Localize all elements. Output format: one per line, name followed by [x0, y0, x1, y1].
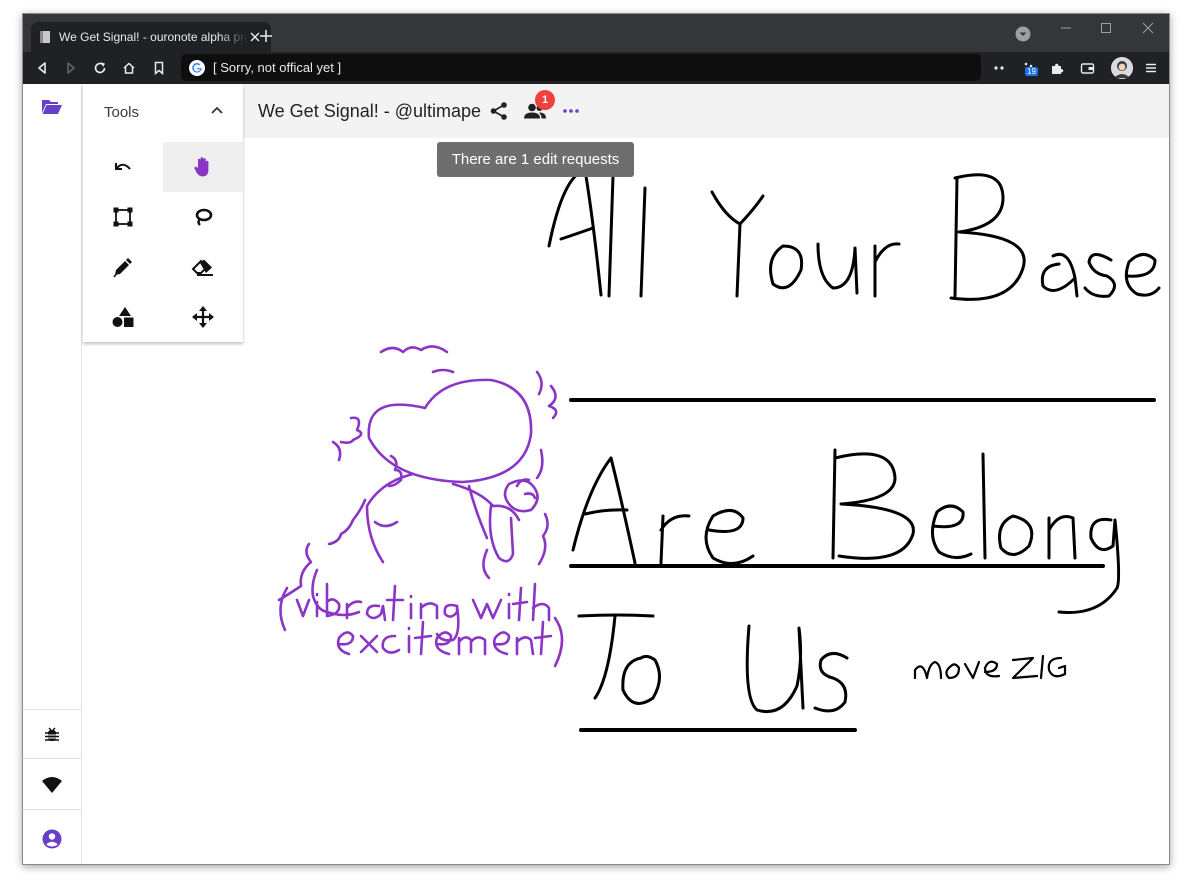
bookmark-icon [154, 61, 164, 75]
browser-toolbar: [ Sorry, not offical yet ] 19 [23, 52, 1169, 84]
rail-divider [23, 758, 82, 759]
chevron-down-icon [1015, 26, 1031, 42]
undo-icon [115, 163, 131, 170]
debug-button[interactable] [37, 720, 67, 750]
notebook-icon [39, 30, 51, 44]
tab-strip: We Get Signal! - ouronote alpha preview [23, 14, 1169, 52]
edit-requests-tooltip: There are 1 edit requests [437, 142, 634, 177]
purple-sketch-strokes [277, 345, 564, 668]
new-tab-button[interactable] [255, 25, 277, 47]
back-icon [38, 62, 46, 74]
eraser-icon [191, 259, 213, 276]
wallet-icon [1080, 62, 1094, 74]
drawing-canvas[interactable] [243, 138, 1169, 864]
puzzle-icon [1051, 63, 1063, 74]
back-button[interactable] [32, 58, 52, 78]
minimize-button[interactable] [1051, 18, 1081, 38]
tab-search-button[interactable] [1015, 26, 1031, 42]
maximize-button[interactable] [1091, 18, 1121, 38]
document-title: We Get Signal! - @ultimape [258, 101, 482, 121]
address-bar[interactable]: [ Sorry, not offical yet ] [181, 54, 981, 81]
open-notebook-button[interactable] [37, 92, 67, 122]
maximize-icon [1101, 23, 1111, 33]
pen-tool[interactable] [83, 242, 163, 292]
handwritten-drawing [277, 168, 1161, 732]
chevron-up-icon[interactable] [207, 100, 227, 120]
minimize-icon [1061, 27, 1071, 29]
select-box-tool[interactable] [83, 192, 163, 242]
browser-tab[interactable]: We Get Signal! - ouronote alpha preview [31, 22, 271, 52]
app: Tools We Get Signal! - @ultimape 1 There… [23, 84, 1169, 864]
bug-icon [45, 727, 59, 741]
hand-tool[interactable] [163, 142, 243, 192]
network-status-button[interactable] [37, 770, 67, 800]
address-text: [ Sorry, not offical yet ] [213, 60, 342, 75]
close-icon [1142, 22, 1154, 34]
lasso-tool[interactable] [163, 192, 243, 242]
black-ink-strokes [547, 168, 1161, 732]
move-tool[interactable] [163, 292, 243, 342]
avatar-icon [1111, 57, 1133, 79]
browser-menu-button[interactable] [1141, 58, 1161, 78]
wifi-icon [42, 777, 62, 793]
reload-icon [94, 62, 106, 74]
forward-icon [67, 62, 75, 74]
profile-avatar[interactable] [1111, 57, 1133, 79]
google-icon [189, 59, 205, 76]
share-icon[interactable] [487, 99, 511, 123]
browser-window: We Get Signal! - ouronote alpha preview [22, 13, 1170, 865]
hand-icon [194, 157, 209, 177]
lasso-icon [195, 208, 213, 226]
shapes-icon [112, 307, 134, 327]
home-icon [123, 62, 135, 74]
eraser-tool[interactable] [163, 242, 243, 292]
extension-eyes-button[interactable] [989, 58, 1009, 78]
account-button[interactable] [37, 824, 67, 854]
tools-header[interactable]: Tools [83, 84, 243, 140]
extension-badge-button[interactable]: 19 [1019, 58, 1039, 78]
account-icon [42, 829, 62, 849]
document-header: We Get Signal! - @ultimape 1 [243, 84, 1169, 138]
home-button[interactable] [119, 58, 139, 78]
more-options-icon[interactable] [559, 99, 583, 123]
folder-open-icon [42, 100, 62, 114]
select-box-icon [113, 207, 133, 227]
tools-panel: Tools [83, 84, 243, 342]
undo-tool[interactable] [83, 142, 163, 192]
hamburger-icon [1146, 63, 1156, 73]
reload-button[interactable] [90, 58, 110, 78]
rail-divider [23, 709, 82, 710]
edit-requests-badge: 1 [535, 90, 555, 110]
extension-badge: 19 [1025, 67, 1038, 76]
tools-title: Tools [104, 104, 140, 121]
bookmark-button[interactable] [149, 58, 169, 78]
move-icon [192, 306, 214, 328]
tab-title: We Get Signal! - ouronote alpha preview [59, 30, 247, 44]
extensions-button[interactable] [1047, 58, 1067, 78]
left-rail [23, 84, 82, 864]
shapes-tool[interactable] [83, 292, 163, 342]
plus-icon [260, 30, 272, 42]
rail-divider [23, 809, 82, 810]
pen-icon [113, 258, 132, 278]
wallet-button[interactable] [1077, 58, 1097, 78]
close-window-button[interactable] [1133, 18, 1163, 38]
eyes-icon [994, 66, 1004, 70]
forward-button[interactable] [61, 58, 81, 78]
